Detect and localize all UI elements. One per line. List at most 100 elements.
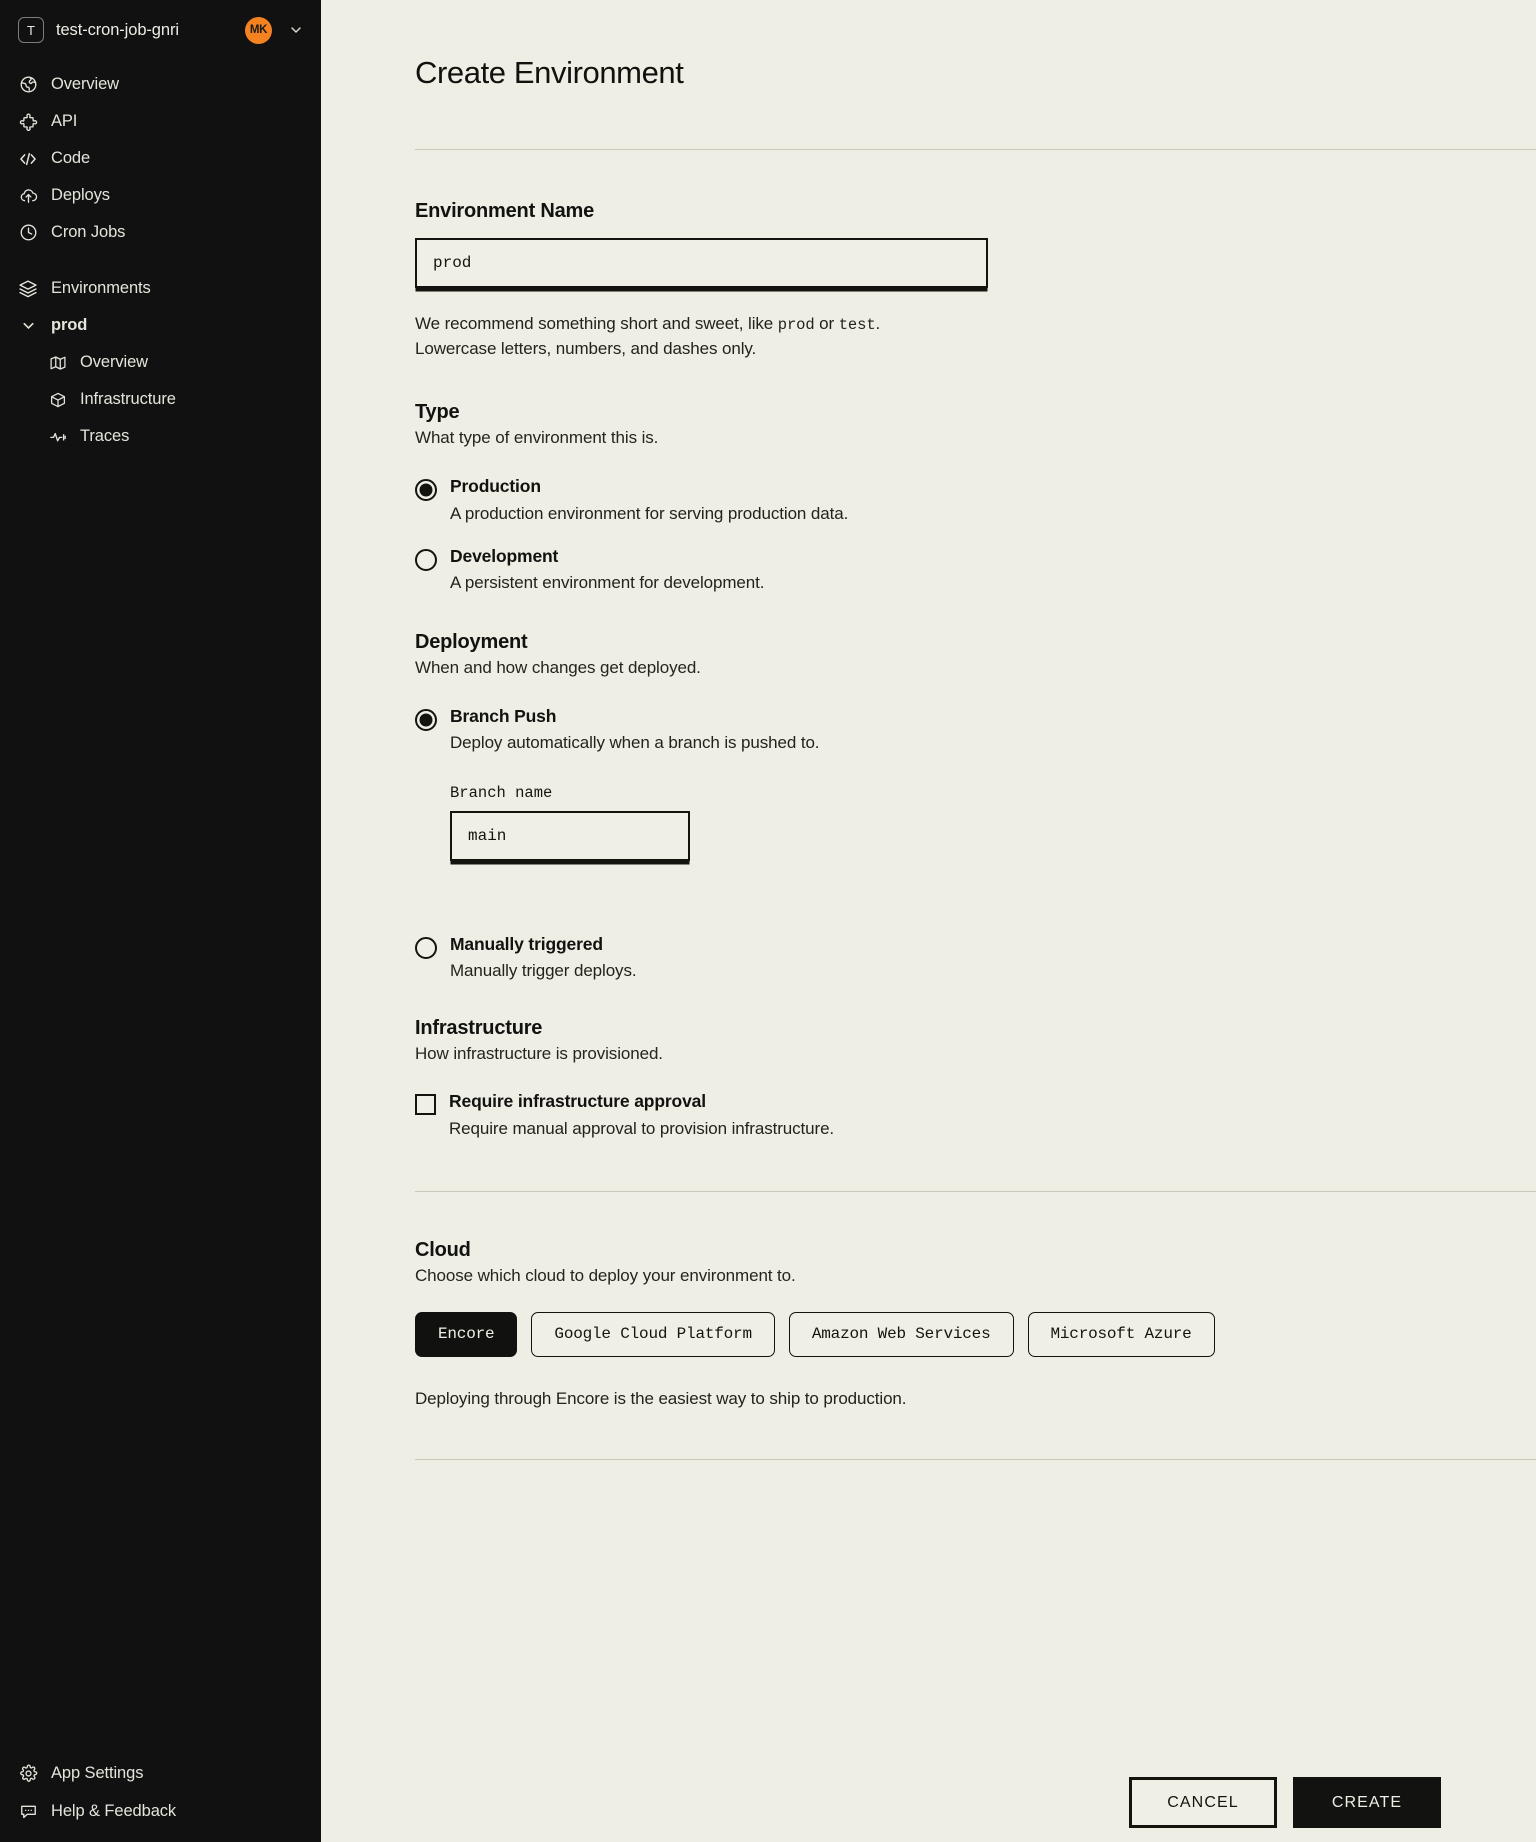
cloud-option-aws[interactable]: Amazon Web Services <box>788 1311 1014 1357</box>
option-desc: A production environment for serving pro… <box>450 503 849 523</box>
sidebar-item-environments[interactable]: Environments <box>0 270 321 307</box>
sidebar-item-deploys[interactable]: Deploys <box>0 177 321 214</box>
sidebar-item-label: Infrastructure <box>80 390 176 408</box>
infrastructure-subtitle: How infrastructure is provisioned. <box>415 1044 663 1064</box>
radio-branch-push[interactable] <box>415 708 437 731</box>
option-title: Development <box>450 545 559 566</box>
app-badge-letter: T <box>27 22 35 38</box>
create-button-label: CREATE <box>1331 1793 1403 1811</box>
sidebar: T test-cron-job-gnri MK Overview API Cod… <box>0 0 321 1842</box>
form-actions: CANCEL CREATE <box>1129 1777 1441 1828</box>
sidebar-item-label: Traces <box>80 427 130 445</box>
sidebar-item-api[interactable]: API <box>0 103 321 140</box>
gear-icon <box>18 1763 38 1783</box>
code-icon <box>18 149 38 169</box>
cloud-section: Cloud Choose which cloud to deploy your … <box>415 1239 1536 1412</box>
cloud-heading: Cloud <box>415 1238 471 1261</box>
sidebar-item-cron-jobs[interactable]: Cron Jobs <box>0 214 321 251</box>
sidebar-item-app-settings[interactable]: App Settings <box>0 1754 321 1792</box>
activity-icon <box>48 427 68 447</box>
type-option-development[interactable]: Development A persistent environment for… <box>415 545 1536 593</box>
type-subtitle: What type of environment this is. <box>415 428 659 448</box>
sidebar-env-group-label: prod <box>51 316 88 334</box>
deployment-subtitle: When and how changes get deployed. <box>415 657 701 677</box>
sidebar-item-help-feedback[interactable]: Help & Feedback <box>0 1792 321 1830</box>
sidebar-item-label: Cron Jobs <box>51 223 126 241</box>
sidebar-header: T test-cron-job-gnri MK <box>0 0 321 60</box>
option-title: Require infrastructure approval <box>449 1091 706 1112</box>
infrastructure-approval-row[interactable]: Require infrastructure approval Require … <box>415 1092 1536 1138</box>
sidebar-item-label: Environments <box>51 279 151 297</box>
divider-top <box>415 149 1536 150</box>
sidebar-item-code[interactable]: Code <box>0 140 321 177</box>
infrastructure-approval-text: Require infrastructure approval Require … <box>449 1092 834 1138</box>
app-name[interactable]: test-cron-job-gnri <box>56 21 233 40</box>
cloud-options: Encore Google Cloud Platform Amazon Web … <box>415 1311 1536 1357</box>
layers-icon <box>18 279 38 299</box>
cloud-option-encore[interactable]: Encore <box>415 1311 518 1357</box>
sidebar-item-env-overview[interactable]: Overview <box>0 344 321 381</box>
option-title: Manually triggered <box>450 934 603 955</box>
environment-name-input[interactable]: prod <box>415 238 988 288</box>
type-heading: Type <box>415 401 460 424</box>
clock-icon <box>18 223 38 243</box>
branch-name-input[interactable]: main <box>450 811 690 862</box>
type-option-production[interactable]: Production A production environment for … <box>415 477 1536 523</box>
divider-footer <box>415 1459 1536 1461</box>
option-desc: Require manual approval to provision inf… <box>449 1118 835 1138</box>
cloud-option-gcp[interactable]: Google Cloud Platform <box>531 1311 775 1357</box>
radio-manually-triggered[interactable] <box>415 937 437 960</box>
option-title: Branch Push <box>450 705 557 726</box>
cancel-button-label: CANCEL <box>1167 1793 1239 1811</box>
deployment-option-branch-push[interactable]: Branch Push Deploy automatically when a … <box>415 705 1536 862</box>
help-suffix: . <box>875 314 881 333</box>
sidebar-item-label: Deploys <box>51 186 110 204</box>
sidebar-item-env-traces[interactable]: Traces <box>0 418 321 455</box>
option-title: Production <box>450 476 541 497</box>
cloud-option-label: Amazon Web Services <box>811 1325 991 1344</box>
option-desc: A persistent environment for development… <box>450 572 765 592</box>
branch-name-value: main <box>468 827 507 846</box>
cancel-button[interactable]: CANCEL <box>1129 1777 1277 1828</box>
box-icon <box>48 390 68 410</box>
avatar[interactable]: MK <box>245 16 272 44</box>
cloud-option-label: Google Cloud Platform <box>554 1325 752 1344</box>
deployment-option-manual-text: Manually triggered Manually trigger depl… <box>450 934 637 981</box>
checkbox-require-infra-approval[interactable] <box>415 1094 436 1116</box>
main-content: Create Environment Environment Name prod… <box>321 0 1536 1842</box>
form-container: Create Environment Environment Name prod… <box>321 0 1536 1461</box>
sidebar-item-overview[interactable]: Overview <box>0 66 321 103</box>
type-option-development-text: Development A persistent environment for… <box>450 545 765 593</box>
type-section: Type What type of environment this is. P… <box>415 401 1536 593</box>
deployment-heading: Deployment <box>415 630 528 653</box>
chevron-down-icon[interactable] <box>287 21 305 39</box>
branch-name-label: Branch name <box>450 784 553 803</box>
infrastructure-heading: Infrastructure <box>415 1017 543 1040</box>
help-code-test: test <box>838 316 876 334</box>
sidebar-item-label: Overview <box>80 353 148 371</box>
help-prefix: We recommend something short and sweet, … <box>415 314 778 333</box>
sidebar-nav-primary: Overview API Code Deploys Cron Jobs Envi… <box>0 66 321 455</box>
environment-name-section: Environment Name prod We recommend somet… <box>415 200 1536 361</box>
nav-divider-space <box>0 251 321 270</box>
infrastructure-section: Infrastructure How infrastructure is pro… <box>415 1017 1536 1138</box>
sidebar-item-label: Code <box>51 149 91 167</box>
cloud-upload-icon <box>18 186 38 206</box>
radio-production[interactable] <box>415 479 437 502</box>
deployment-section: Deployment When and how changes get depl… <box>415 631 1536 982</box>
radio-development[interactable] <box>415 548 437 571</box>
chevron-down-icon <box>18 316 38 336</box>
sidebar-item-env-infrastructure[interactable]: Infrastructure <box>0 381 321 418</box>
help-line2: Lowercase letters, numbers, and dashes o… <box>415 338 757 358</box>
sidebar-env-group-prod[interactable]: prod <box>0 307 321 344</box>
sidebar-item-label: Help & Feedback <box>51 1801 177 1820</box>
option-desc: Deploy automatically when a branch is pu… <box>450 733 820 753</box>
cloud-note: Deploying through Encore is the easiest … <box>415 1388 907 1408</box>
deployment-option-manual[interactable]: Manually triggered Manually trigger depl… <box>415 934 1536 981</box>
chat-icon <box>18 1801 38 1821</box>
cloud-option-azure[interactable]: Microsoft Azure <box>1027 1311 1215 1357</box>
help-code-prod: prod <box>777 316 815 334</box>
create-button[interactable]: CREATE <box>1293 1777 1441 1828</box>
option-desc: Manually trigger deploys. <box>450 961 637 981</box>
